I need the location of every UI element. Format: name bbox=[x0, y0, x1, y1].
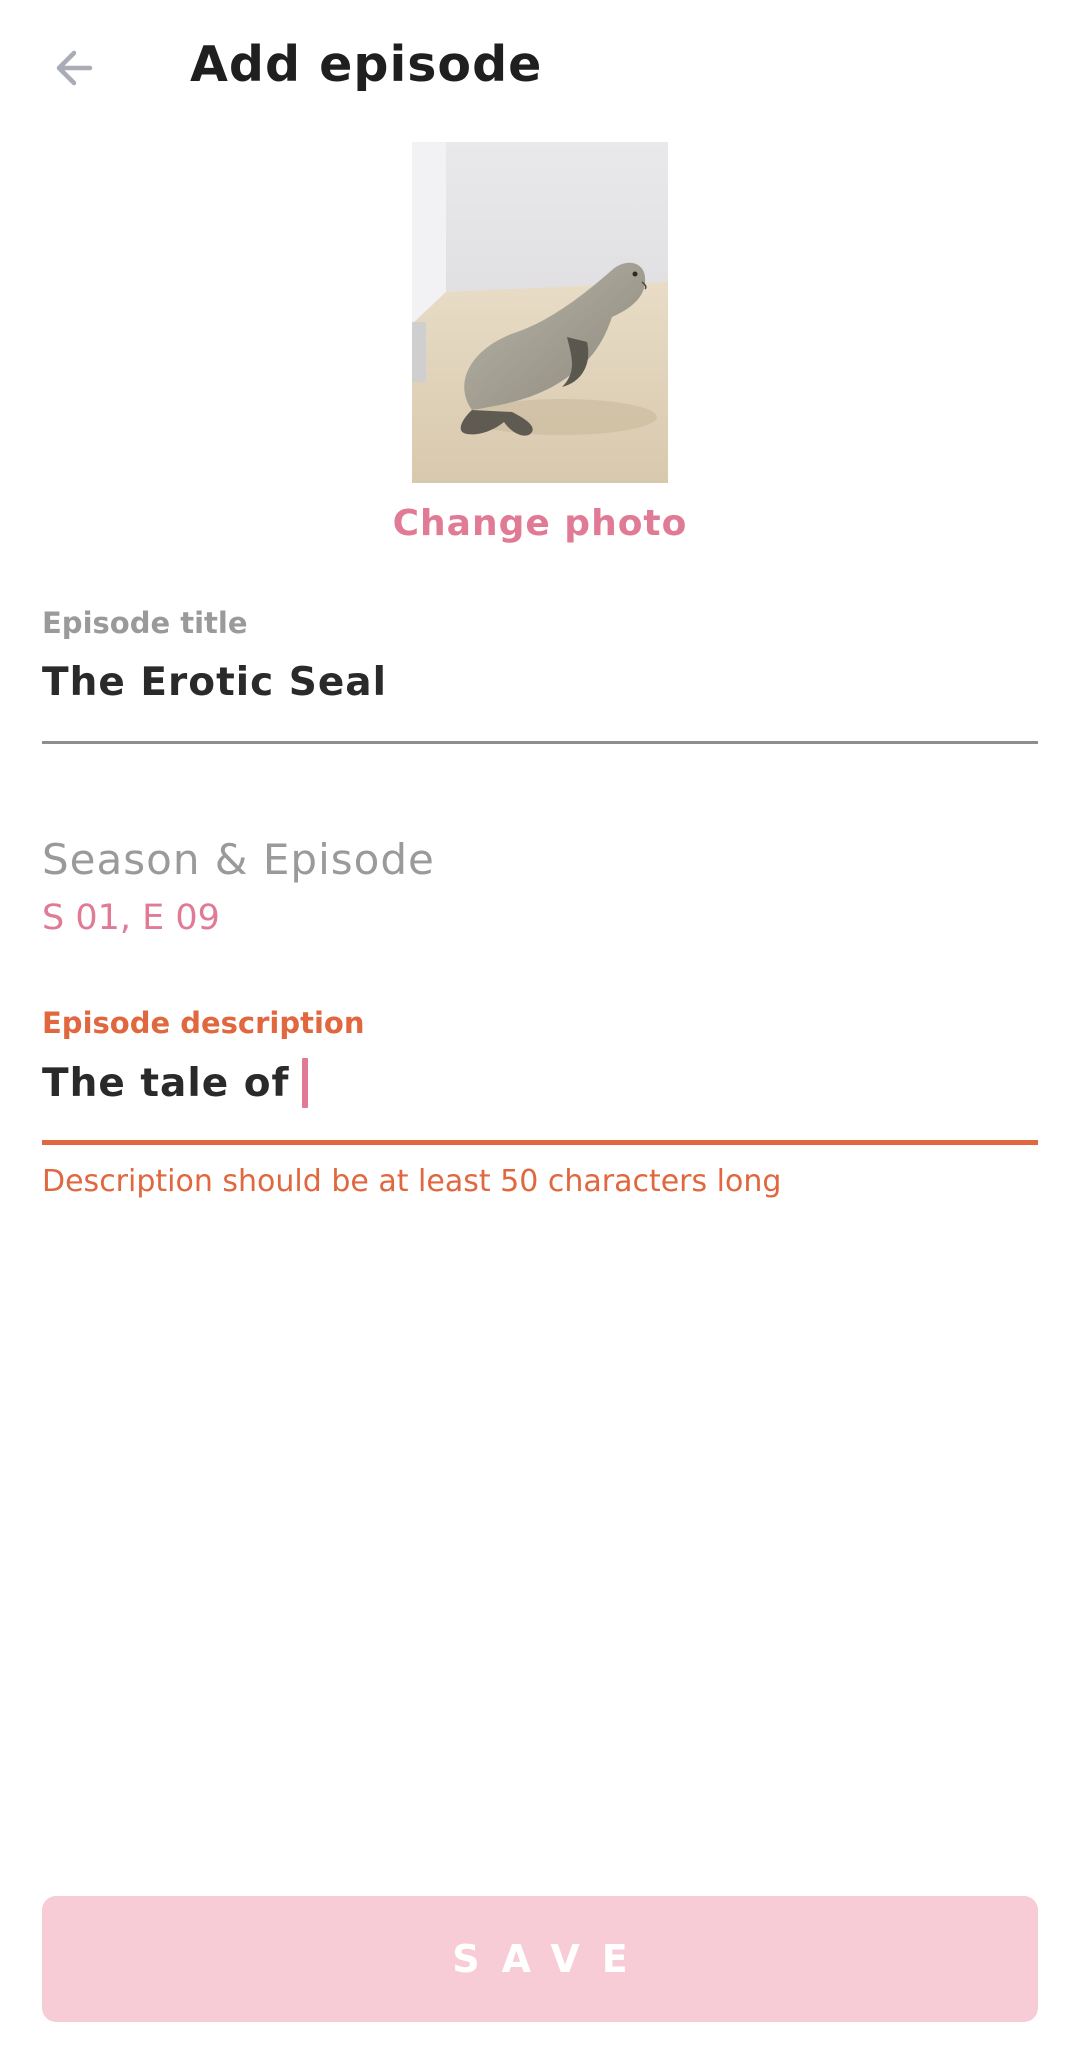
episode-title-input[interactable]: The Erotic Seal bbox=[42, 660, 387, 705]
back-button[interactable] bbox=[34, 28, 114, 108]
episode-description-label: Episode description bbox=[42, 1006, 365, 1040]
episode-photo bbox=[412, 142, 668, 483]
arrow-left-icon bbox=[56, 50, 93, 86]
episode-description-underline bbox=[42, 1140, 1038, 1145]
episode-title-label: Episode title bbox=[42, 606, 248, 640]
app-bar: Add episode bbox=[0, 0, 1080, 136]
change-photo-link[interactable]: Change photo bbox=[0, 503, 1080, 544]
save-button-label: SAVE bbox=[452, 1937, 650, 1981]
save-button[interactable]: SAVE bbox=[42, 1896, 1038, 2022]
season-episode-value[interactable]: S 01, E 09 bbox=[42, 898, 220, 938]
episode-description-input[interactable]: The tale of bbox=[42, 1055, 308, 1111]
episode-description-value: The tale of bbox=[42, 1060, 290, 1106]
episode-title-underline bbox=[42, 741, 1038, 744]
season-episode-label[interactable]: Season & Episode bbox=[42, 835, 435, 884]
description-error-text: Description should be at least 50 charac… bbox=[42, 1164, 782, 1199]
page-title: Add episode bbox=[190, 36, 543, 93]
text-cursor bbox=[301, 1058, 308, 1108]
